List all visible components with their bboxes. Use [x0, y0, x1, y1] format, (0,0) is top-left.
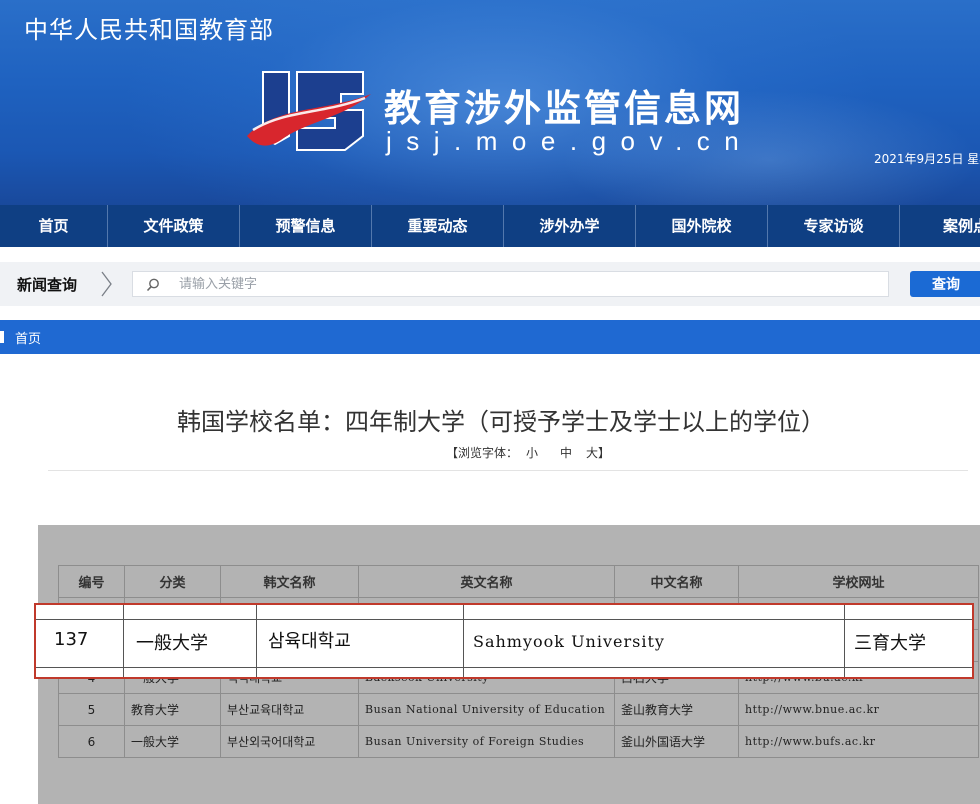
- font-size-large[interactable]: 大】: [586, 444, 610, 461]
- cell-korean-name: 부산외국어대학교: [220, 725, 359, 758]
- font-size-selector: 【浏览字体： 小 中大】: [446, 444, 610, 461]
- chevron-right-icon: [101, 271, 112, 297]
- search-button[interactable]: 查询: [910, 271, 980, 297]
- table-header-row: 编号 分类 韩文名称 英文名称 中文名称 学校网址: [58, 565, 979, 598]
- article-title: 韩国学校名单：四年制大学（可授予学士及学士以上的学位）: [177, 408, 825, 436]
- header-school-url: 学校网址: [738, 565, 979, 598]
- cell-school-url[interactable]: http://www.bufs.ac.kr: [738, 725, 979, 758]
- search-input[interactable]: [179, 274, 879, 294]
- row-border-bottom: [36, 667, 972, 668]
- cell-english-name: Busan National University of Education: [358, 693, 615, 726]
- table-row: 5 教育大学 부산교육대학교 Busan National University…: [58, 693, 979, 726]
- nav-item-warning[interactable]: 预警信息: [240, 205, 372, 247]
- highlight-english-name: Sahmyook University: [473, 632, 665, 651]
- highlighted-row: 137 一般大学 삼육대학교 Sahmyook University 三育大学: [34, 603, 974, 679]
- cell-category: 一般大学: [124, 725, 221, 758]
- highlight-number: 137: [54, 629, 89, 650]
- row-border-top: [36, 619, 972, 620]
- cell-chinese-name: 釜山外国语大学: [614, 725, 739, 758]
- row-divider: [256, 605, 257, 677]
- jsj-logo-icon[interactable]: [245, 66, 375, 158]
- news-search-bar: 新闻查询 查询: [0, 262, 980, 306]
- cell-chinese-name: 釜山教育大学: [614, 693, 739, 726]
- breadcrumb-home-link[interactable]: 首页: [15, 328, 41, 347]
- search-label: 新闻查询: [17, 276, 78, 294]
- cell-number: 6: [58, 725, 125, 758]
- font-size-medium[interactable]: 中: [560, 444, 572, 461]
- breadcrumb-marker: [0, 331, 4, 343]
- search-box: [132, 271, 889, 297]
- current-date: 2021年9月25日 星期: [874, 152, 980, 166]
- nav-item-home[interactable]: 首页: [0, 205, 108, 247]
- cell-school-url[interactable]: http://www.bnue.ac.kr: [738, 693, 979, 726]
- font-size-small[interactable]: 小: [526, 444, 538, 461]
- nav-item-policy[interactable]: 文件政策: [108, 205, 240, 247]
- nav-item-schooling[interactable]: 涉外办学: [504, 205, 636, 247]
- nav-item-interviews[interactable]: 专家访谈: [768, 205, 900, 247]
- breadcrumb: 首页: [0, 320, 980, 354]
- row-divider: [844, 605, 845, 677]
- header-category: 分类: [124, 565, 221, 598]
- highlight-chinese-name: 三育大学: [854, 633, 926, 654]
- site-domain: jsj.moe.gov.cn: [386, 126, 754, 156]
- cell-korean-name: 부산교육대학교: [220, 693, 359, 726]
- row-divider: [123, 605, 124, 677]
- nav-item-news[interactable]: 重要动态: [372, 205, 504, 247]
- nav-item-foreign-schools[interactable]: 国外院校: [636, 205, 768, 247]
- nav-item-cases[interactable]: 案例点: [900, 205, 980, 247]
- search-icon[interactable]: [145, 277, 161, 293]
- table-row: 6 一般大学 부산외국어대학교 Busan University of Fore…: [58, 725, 979, 758]
- header-english-name: 英文名称: [358, 565, 615, 598]
- title-divider: [48, 470, 968, 471]
- cell-number: 5: [58, 693, 125, 726]
- site-name[interactable]: 教育涉外监管信息网: [384, 78, 744, 132]
- cell-english-name: Busan University of Foreign Studies: [358, 725, 615, 758]
- cell-category: 教育大学: [124, 693, 221, 726]
- highlight-category: 一般大学: [136, 633, 208, 654]
- main-nav: 首页 文件政策 预警信息 重要动态 涉外办学 国外院校 专家访谈 案例点: [0, 205, 980, 247]
- row-divider: [463, 605, 464, 677]
- header-number: 编号: [58, 565, 125, 598]
- font-size-prefix: 【浏览字体：: [446, 446, 519, 460]
- highlight-korean-name: 삼육대학교: [268, 631, 351, 652]
- site-header: 中华人民共和国教育部 教育涉外监管信息网 jsj.moe.gov.cn 2021…: [0, 0, 980, 205]
- ministry-name[interactable]: 中华人民共和国教育部: [24, 10, 274, 45]
- header-korean-name: 韩文名称: [220, 565, 359, 598]
- header-chinese-name: 中文名称: [614, 565, 739, 598]
